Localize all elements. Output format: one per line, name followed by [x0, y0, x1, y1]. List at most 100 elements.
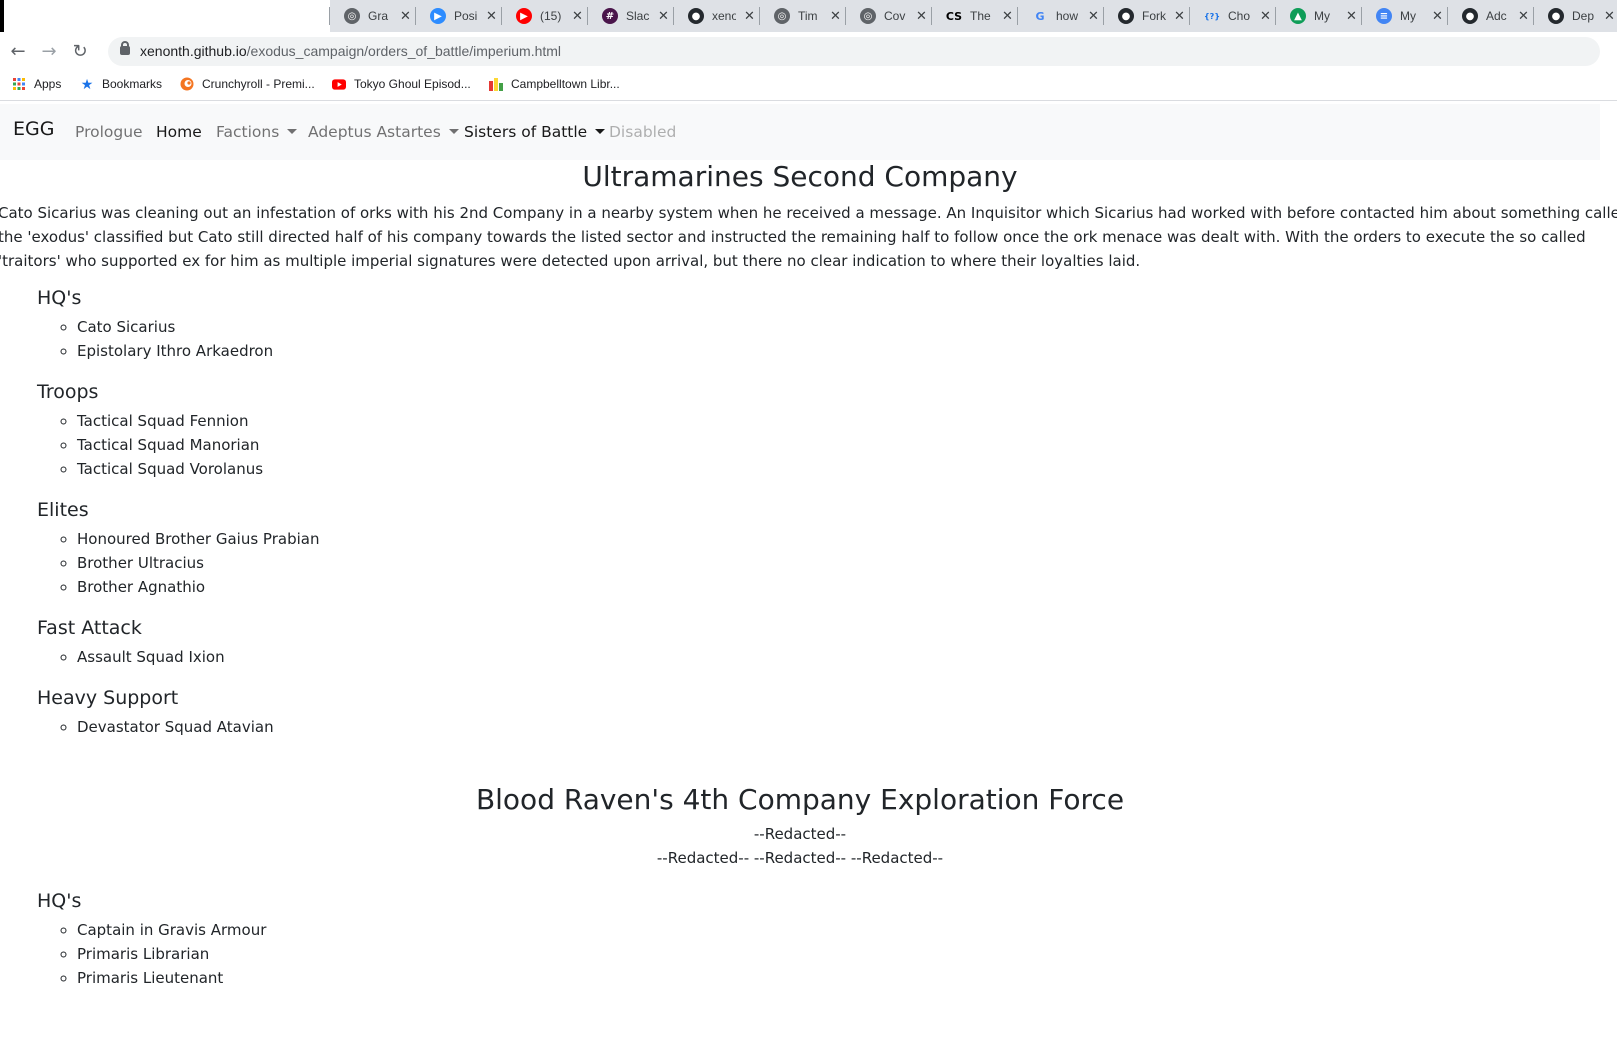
browser-tab[interactable]: ▶ (15) ✕ [501, 4, 588, 28]
tab-title: The [970, 9, 991, 23]
close-icon[interactable]: ✕ [1260, 9, 1271, 24]
star-icon: ★ [80, 75, 94, 92]
tab-title: Slac [626, 9, 650, 23]
tab-title: My [1400, 9, 1416, 23]
close-icon[interactable]: ✕ [1174, 9, 1185, 24]
tab-title: Gra [368, 9, 389, 23]
browser-tab[interactable]: # Slac ✕ [587, 4, 674, 28]
browser-tab[interactable]: ● Fork ✕ [1103, 4, 1190, 28]
active-tab-edge [0, 0, 4, 32]
bookmark-label: Apps [34, 77, 62, 91]
browser-tab[interactable]: ◎ Cov ✕ [845, 4, 932, 28]
github-icon: ● [1548, 8, 1564, 24]
apps-grid-icon [12, 77, 26, 91]
tab-separator [1017, 7, 1018, 25]
bookmark-label: Campbelltown Libr... [511, 77, 620, 91]
section-troops: Troops Tactical Squad Fennion Tactical S… [37, 381, 1600, 481]
nav-sisters-dropdown[interactable]: Sisters of Battle [464, 123, 606, 141]
list-item: Honoured Brother Gaius Prabian [77, 527, 1600, 551]
lock-icon[interactable] [120, 41, 130, 55]
bookmark-apps[interactable]: Apps [12, 77, 61, 91]
list-item: Brother Ultracius [77, 551, 1600, 575]
globe-icon: ◎ [860, 8, 876, 24]
nav-home[interactable]: Home [156, 123, 202, 141]
tab-separator [415, 7, 416, 25]
tab-separator [673, 7, 674, 25]
navbar-brand[interactable]: EGG [13, 118, 54, 140]
github-icon: ● [1462, 8, 1478, 24]
section-heading: HQ's [37, 287, 82, 309]
nav-factions-dropdown[interactable]: Factions [216, 123, 298, 141]
close-icon[interactable]: ✕ [572, 9, 583, 24]
list-item: Primaris Lieutenant [77, 966, 1600, 990]
youtube-icon: ▶ [516, 8, 532, 24]
browser-tab[interactable]: CS The ✕ [931, 4, 1018, 28]
unit-list: Devastator Squad Atavian [37, 715, 1600, 739]
company-intro: Cato Sicarius was cleaning out an infest… [0, 204, 1617, 270]
close-icon[interactable]: ✕ [744, 9, 755, 24]
bookmark-crunchyroll[interactable]: Crunchyroll - Premi... [180, 77, 315, 91]
section-hqs: HQ's Cato Sicarius Epistolary Ithro Arka… [37, 287, 1600, 363]
company-title: Ultramarines Second Company [582, 160, 1018, 193]
close-icon[interactable]: ✕ [658, 9, 669, 24]
nav-prologue[interactable]: Prologue [75, 123, 143, 141]
unit-list: Captain in Gravis Armour Primaris Librar… [37, 918, 1600, 990]
close-icon[interactable]: ✕ [1518, 9, 1529, 24]
close-icon[interactable]: ✕ [1002, 9, 1013, 24]
section-heading: Troops [37, 381, 99, 403]
close-icon[interactable]: ✕ [1604, 9, 1615, 24]
close-icon[interactable]: ✕ [916, 9, 927, 24]
active-tab[interactable] [0, 0, 330, 32]
tab-separator [329, 7, 330, 25]
section-heading: Fast Attack [37, 617, 142, 639]
bookmark-bookmarks[interactable]: ★ Bookmarks [80, 75, 162, 92]
reload-icon[interactable]: ↻ [69, 40, 91, 62]
close-icon[interactable]: ✕ [830, 9, 841, 24]
tab-separator [1103, 7, 1104, 25]
browser-tab[interactable]: ≡ My ✕ [1361, 4, 1448, 28]
zoom-icon: ▶ [430, 8, 446, 24]
bookmark-campbelltown[interactable]: Campbelltown Libr... [489, 77, 620, 91]
url-text[interactable]: xenonth.github.io/exodus_campaign/orders… [140, 43, 561, 59]
bookmarks-bar: Apps ★ Bookmarks Crunchyroll - Premi... … [0, 70, 1617, 101]
tab-separator [1447, 7, 1448, 25]
tab-title: Posi [454, 9, 478, 23]
tab-separator [587, 7, 588, 25]
url-domain: xenonth.github.io [140, 43, 247, 59]
close-icon[interactable]: ✕ [400, 9, 411, 24]
company-title: Blood Raven's 4th Company Exploration Fo… [475, 783, 1125, 816]
tab-separator [845, 7, 846, 25]
list-item: Epistolary Ithro Arkaedron [77, 339, 1600, 363]
browser-tab[interactable]: ● Dep ✕ [1533, 4, 1617, 28]
close-icon[interactable]: ✕ [1432, 9, 1443, 24]
globe-icon: ◎ [774, 8, 790, 24]
back-arrow-icon[interactable]: ← [7, 40, 29, 62]
list-item: Devastator Squad Atavian [77, 715, 1600, 739]
close-icon[interactable]: ✕ [1346, 9, 1357, 24]
section-elites: Elites Honoured Brother Gaius Prabian Br… [37, 499, 1600, 599]
list-item: Tactical Squad Fennion [77, 409, 1600, 433]
code-icon: {?} [1203, 11, 1221, 21]
globe-icon: ◎ [344, 8, 360, 24]
close-icon[interactable]: ✕ [1088, 9, 1099, 24]
browser-tab[interactable]: ▶ Posi ✕ [415, 4, 502, 28]
section-fast-attack: Fast Attack Assault Squad Ixion [37, 617, 1600, 669]
section-heading: HQ's [37, 890, 82, 912]
browser-tab[interactable]: ● xeno ✕ [673, 4, 760, 28]
browser-tab[interactable]: {?} Cho ✕ [1189, 4, 1276, 28]
unit-list: Tactical Squad Fennion Tactical Squad Ma… [37, 409, 1600, 481]
close-icon[interactable]: ✕ [486, 9, 497, 24]
slack-icon: # [602, 8, 618, 24]
list-item: Brother Agnathio [77, 575, 1600, 599]
site-navbar: EGG Prologue Home Factions Adeptus Astar… [0, 104, 1600, 160]
nav-astartes-dropdown[interactable]: Adeptus Astartes [308, 123, 459, 141]
browser-tab[interactable]: ◎ Tim ✕ [759, 4, 846, 28]
browser-tab[interactable]: Ghow ✕ [1017, 4, 1104, 28]
nav-disabled: Disabled [609, 123, 677, 141]
tab-separator [1275, 7, 1276, 25]
forward-arrow-icon[interactable]: → [38, 40, 60, 62]
browser-tab[interactable]: ▲ My ✕ [1275, 4, 1362, 28]
bookmark-tokyo-ghoul[interactable]: Tokyo Ghoul Episod... [332, 77, 471, 91]
browser-tab[interactable]: ◎ Gra ✕ [329, 4, 416, 28]
browser-tab[interactable]: ● Adc ✕ [1447, 4, 1534, 28]
